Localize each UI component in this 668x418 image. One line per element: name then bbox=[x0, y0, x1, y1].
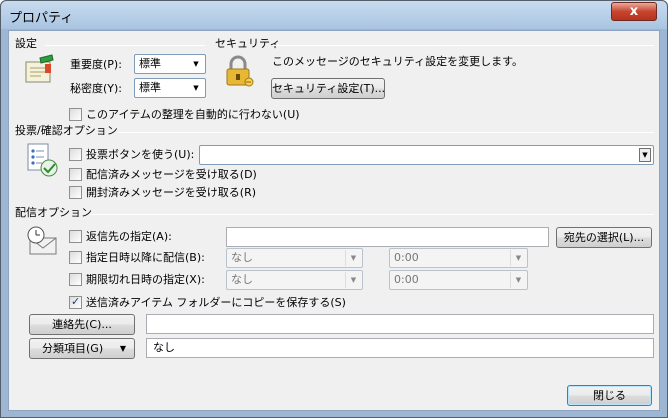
voting-divider bbox=[118, 132, 654, 133]
expire-time-value: 0:00 bbox=[394, 273, 419, 286]
delivery-receipt-label: 配信済みメッセージを受け取る(D) bbox=[86, 168, 257, 181]
contacts-input[interactable] bbox=[146, 314, 654, 334]
save-sent-copy-checkbox[interactable] bbox=[69, 295, 82, 309]
chevron-down-icon: ▼ bbox=[510, 250, 526, 266]
defer-delivery-checkbox[interactable] bbox=[69, 251, 82, 264]
voting-icon bbox=[27, 143, 58, 177]
dialog-body: 設定 重要度(P): 標準 ▼ 秘密度(Y): 標準 ▼ このアイテムの整理を自… bbox=[8, 30, 660, 411]
defer-date-value: なし bbox=[231, 251, 253, 264]
close-window-button[interactable]: x bbox=[611, 2, 657, 21]
security-heading: セキュリティ bbox=[215, 37, 281, 50]
settings-divider bbox=[45, 45, 205, 46]
read-receipt-checkbox[interactable] bbox=[69, 186, 82, 199]
select-names-button[interactable]: 宛先の選択(L)... bbox=[556, 227, 652, 248]
defer-date-select[interactable]: なし ▼ bbox=[226, 248, 363, 268]
sensitivity-select[interactable]: 標準 ▼ bbox=[134, 78, 206, 98]
importance-value: 標準 bbox=[139, 57, 161, 70]
categories-label: 分類項目(G) bbox=[42, 342, 104, 355]
chevron-down-icon: ▼ bbox=[193, 60, 199, 68]
categories-value: なし bbox=[153, 341, 175, 354]
importance-label: 重要度(P): bbox=[70, 58, 122, 71]
expire-checkbox[interactable] bbox=[69, 273, 82, 286]
chevron-down-icon: ▼ bbox=[193, 84, 199, 92]
window-title: プロパティ bbox=[9, 11, 74, 26]
defer-time-select[interactable]: 0:00 ▼ bbox=[389, 248, 528, 268]
delivery-receipt-checkbox[interactable] bbox=[69, 168, 82, 181]
importance-select[interactable]: 標準 ▼ bbox=[134, 54, 206, 74]
no-auto-archive-checkbox[interactable] bbox=[69, 108, 82, 121]
reply-to-label: 返信先の指定(A): bbox=[86, 230, 172, 243]
delivery-heading: 配信オプション bbox=[15, 206, 92, 219]
voting-heading: 投票/確認オプション bbox=[15, 124, 118, 137]
security-divider bbox=[272, 45, 654, 46]
categories-button[interactable]: 分類項目(G) ▼ bbox=[29, 338, 135, 359]
use-voting-checkbox[interactable] bbox=[69, 148, 82, 161]
chevron-down-icon: ▼ bbox=[345, 272, 361, 288]
expire-time-select[interactable]: 0:00 ▼ bbox=[389, 270, 528, 290]
close-button[interactable]: 閉じる bbox=[567, 385, 652, 406]
sensitivity-label: 秘密度(Y): bbox=[70, 82, 123, 95]
defer-time-value: 0:00 bbox=[394, 251, 419, 264]
delivery-divider bbox=[90, 214, 654, 215]
use-voting-label: 投票ボタンを使う(U): bbox=[86, 148, 195, 161]
chevron-down-icon: ▼ bbox=[345, 250, 361, 266]
read-receipt-label: 開封済みメッセージを受け取る(R) bbox=[86, 186, 257, 199]
chevron-down-icon: ▼ bbox=[639, 148, 651, 162]
security-settings-button[interactable]: セキュリティ設定(T)... bbox=[271, 78, 385, 99]
chevron-down-icon: ▼ bbox=[119, 344, 126, 353]
contacts-button[interactable]: 連絡先(C)... bbox=[29, 314, 135, 335]
expire-label: 期限切れ日時の指定(X): bbox=[86, 273, 205, 286]
lock-icon bbox=[226, 55, 254, 87]
sensitivity-value: 標準 bbox=[139, 81, 161, 94]
reply-to-input[interactable] bbox=[226, 227, 549, 247]
title-bar: プロパティ x bbox=[1, 1, 667, 29]
categories-input[interactable]: なし bbox=[146, 338, 654, 358]
voting-buttons-select[interactable]: ▼ bbox=[199, 145, 654, 165]
defer-delivery-label: 指定日時以降に配信(B): bbox=[86, 251, 205, 264]
settings-icon bbox=[25, 54, 54, 83]
expire-date-value: なし bbox=[231, 273, 253, 286]
delivery-clock-icon bbox=[27, 226, 57, 255]
no-auto-archive-label: このアイテムの整理を自動的に行わない(U) bbox=[86, 108, 300, 121]
chevron-down-icon: ▼ bbox=[510, 272, 526, 288]
expire-date-select[interactable]: なし ▼ bbox=[226, 270, 363, 290]
settings-heading: 設定 bbox=[15, 37, 37, 50]
properties-dialog: プロパティ x 設定 重要度(P): 標準 ▼ 秘密度(Y): 標準 ▼ このア… bbox=[0, 0, 668, 418]
reply-to-checkbox[interactable] bbox=[69, 230, 82, 243]
save-sent-copy-label: 送信済みアイテム フォルダーにコピーを保存する(S) bbox=[86, 296, 346, 309]
security-description: このメッセージのセキュリティ設定を変更します。 bbox=[272, 55, 524, 68]
